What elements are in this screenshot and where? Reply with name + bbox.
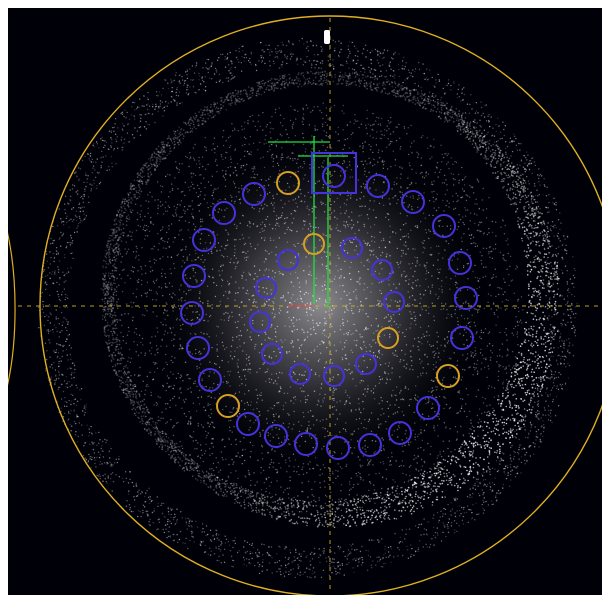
neighbor-reference-arc <box>8 232 16 386</box>
central-glow <box>150 134 490 474</box>
detector-image-viewer[interactable] <box>8 8 602 595</box>
beam-stop-icon <box>324 30 330 44</box>
diffraction-image[interactable] <box>8 8 602 595</box>
crosshair <box>18 18 602 593</box>
